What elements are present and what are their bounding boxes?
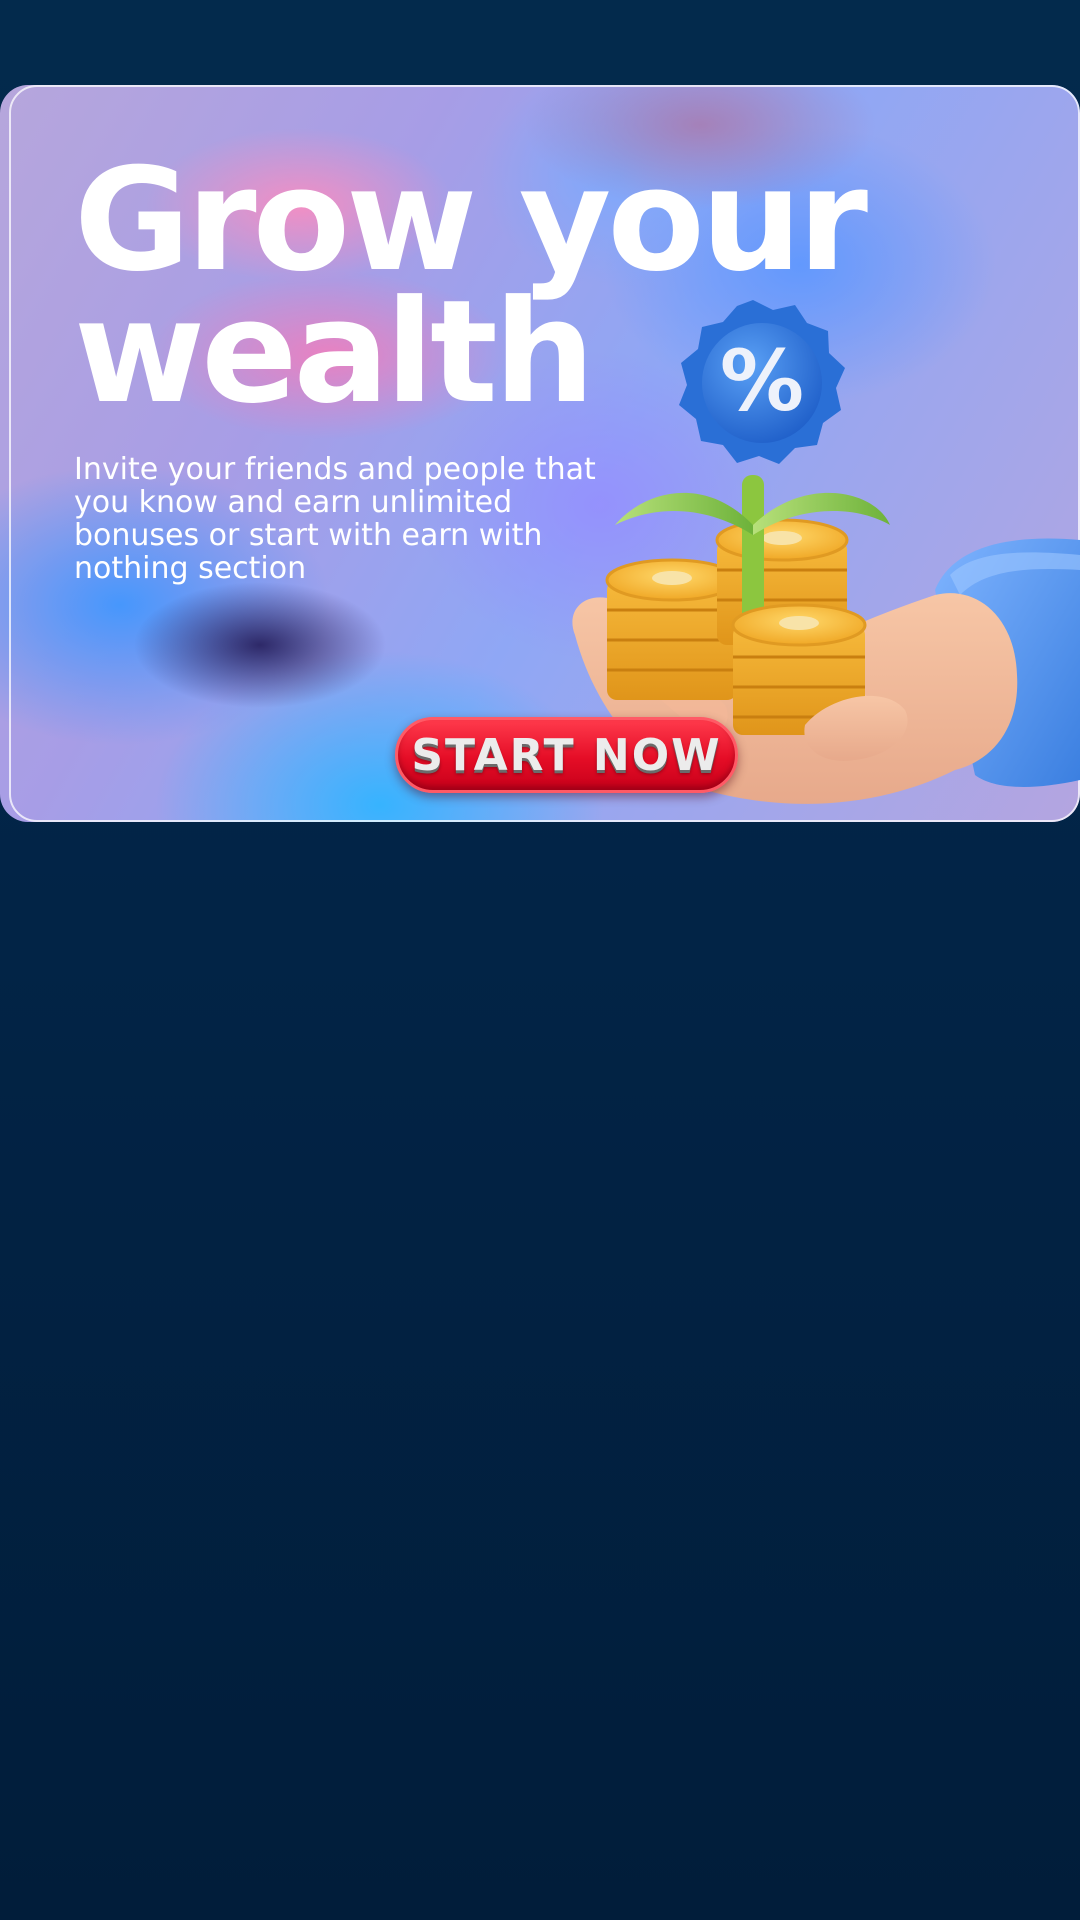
banner-subtitle: Invite your friends and people that you … bbox=[74, 452, 596, 586]
percent-icon: % bbox=[720, 332, 804, 430]
start-now-button[interactable]: START NOW bbox=[395, 717, 738, 793]
promo-banner: Grow your wealth Invite your friends and… bbox=[0, 85, 1080, 822]
